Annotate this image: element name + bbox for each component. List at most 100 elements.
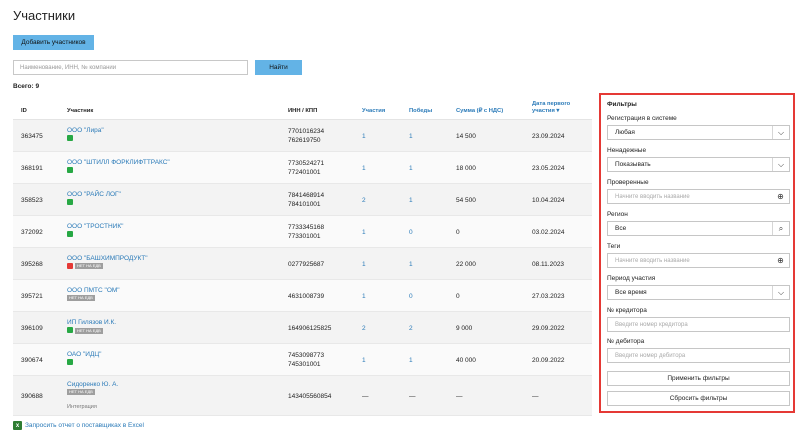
cell-participant: ООО "РАЙС ЛОГ" [67,190,121,208]
cell-participant: ООО "БАШХИМПРОДУКТ" НЕТ НА ЕДВ [67,254,148,271]
cell-id: 358523 [21,197,43,204]
participant-source: Интеграция [67,404,97,410]
verified-icon [67,167,73,173]
participant-link[interactable]: ИП Гилязов И.К. [67,318,116,327]
cell-participations[interactable]: 1 [362,132,366,141]
cell-wins[interactable]: 2 [409,324,413,333]
cell-wins[interactable]: 1 [409,196,413,205]
cell-kpp: 745301001 [288,361,321,368]
cell-participant: ООО "Лира" [67,126,104,144]
participant-badges: НЕТ НА ЕДВ [67,263,148,271]
participant-link[interactable]: ООО "ШТИЛЛ ФОРКЛИФТТРАКС" [67,158,170,167]
cell-id: 368191 [21,165,43,172]
unreliable-value: Показывать [615,161,651,168]
cell-id: 372092 [21,229,43,236]
creditor-input[interactable]: Введите номер кредитора [607,317,790,332]
search-button[interactable]: Найти [255,60,302,75]
region-label: Регион [607,211,628,218]
cell-participant: ООО "ШТИЛЛ ФОРКЛИФТТРАКС" [67,158,170,176]
chevron-down-icon: ⌵ [772,126,789,139]
header-inn-kpp: ИНН / КПП [288,108,318,114]
tags-input[interactable]: Начните вводить название ⊕ [607,253,790,268]
reset-filters-button[interactable]: Сбросить фильтры [607,391,790,406]
cell-participations[interactable]: 2 [362,196,366,205]
cell-wins[interactable]: 1 [409,260,413,269]
apply-filters-button[interactable]: Применить фильтры [607,371,790,386]
participant-link[interactable]: ООО "ТРОСТНИК" [67,222,123,231]
add-participants-button[interactable]: Добавить участников [13,35,94,50]
cell-inn: 0277925687 [288,261,325,268]
cell-id: 395721 [21,293,43,300]
cell-date: 20.09.2022 [532,357,565,364]
participant-badges [67,231,123,240]
excel-report-link[interactable]: x Запросить отчет о поставщиках в Excel [13,421,144,430]
participant-link[interactable]: ООО "РАЙС ЛОГ" [67,190,121,199]
cell-date: 08.11.2023 [532,261,565,268]
cell-date: 10.04.2024 [532,197,565,204]
plus-circle-icon[interactable]: ⊕ [772,190,789,203]
table-row: 368191 7730524271 1 1 18 000 23.05.2024 772401… [13,152,592,184]
cell-kpp: 762619750 [288,137,321,144]
cell-participations[interactable]: 1 [362,228,366,237]
cell-inn: 164906125825 [288,325,332,332]
header-sum[interactable]: Сумма (₽ с НДС) [456,108,503,114]
table-body: 363475 7701016234 1 1 14 500 23.09.2024 762619… [13,120,592,416]
cell-wins[interactable]: 0 [409,292,413,301]
search-input[interactable]: Наименование, ИНН, № компании [13,60,248,75]
cell-id: 395268 [21,261,43,268]
unreliable-select[interactable]: Показывать ⌵ [607,157,790,172]
registration-value: Любая [615,129,635,136]
region-input[interactable]: Все ⌕ [607,221,790,236]
table-row: 358523 7841468914 2 1 54 500 10.04.2024 784101… [13,184,592,216]
cell-inn: 7453098773 [288,352,325,359]
header-wins[interactable]: Победы [409,108,432,114]
debtor-input[interactable]: Введите номер дебитора [607,348,790,363]
header-participations[interactable]: Участия [362,108,385,114]
verified-input[interactable]: Начните вводить название ⊕ [607,189,790,204]
cell-participant: ООО ПМТС "ОМ" НЕТ НА ЕДВ [67,286,120,303]
cell-sum: 14 500 [456,133,476,140]
cell-wins[interactable]: 0 [409,228,413,237]
cell-date: 27.03.2023 [532,293,565,300]
participants-table: ID Участник ИНН / КПП Участия Победы Сум… [13,96,592,416]
verified-placeholder: Начните вводить название [615,193,690,200]
participant-link[interactable]: ООО ПМТС "ОМ" [67,286,120,295]
period-select[interactable]: Все время ⌵ [607,285,790,300]
registration-select[interactable]: Любая ⌵ [607,125,790,140]
header-first-date[interactable]: Дата первого участия ▾ [532,101,584,115]
cell-participations[interactable]: 1 [362,164,366,173]
participant-link[interactable]: Сидоренко Ю. А. [67,380,118,389]
cell-sum: 0 [456,229,460,236]
cell-id: 390688 [21,393,43,400]
filters-title: Фильтры [607,101,637,108]
participant-link[interactable]: ООО "Лира" [67,126,104,135]
cell-participations[interactable]: 1 [362,356,366,365]
cell-participations[interactable]: 1 [362,292,366,301]
cell-wins[interactable]: 1 [409,356,413,365]
status-badge: НЕТ НА ЕДВ [75,328,103,335]
participant-badges [67,359,101,368]
search-icon[interactable]: ⌕ [772,222,789,235]
cell-wins: — [409,393,416,400]
cell-sum: 0 [456,293,460,300]
cell-sum: 22 000 [456,261,476,268]
participant-link[interactable]: ООО "БАШХИМПРОДУКТ" [67,254,148,263]
status-badge: НЕТ НА ЕДВ [75,263,103,270]
cell-wins[interactable]: 1 [409,132,413,141]
cell-wins[interactable]: 1 [409,164,413,173]
cell-participations[interactable]: 2 [362,324,366,333]
plus-circle-icon[interactable]: ⊕ [772,254,789,267]
cell-date: 23.05.2024 [532,165,565,172]
status-badge: НЕТ НА ЕДВ [67,389,95,396]
participant-link[interactable]: ОАО "ИДЦ" [67,350,101,359]
verified-icon [67,327,73,333]
header-id: ID [21,108,27,114]
cell-sum: — [456,393,463,400]
cell-kpp: 784101001 [288,201,321,208]
cell-inn: 143405560854 [288,393,332,400]
cell-inn: 7730524271 [288,160,325,167]
cell-participations[interactable]: 1 [362,260,366,269]
cell-sum: 54 500 [456,197,476,204]
verified-label: Проверенные [607,179,649,186]
excel-icon: x [13,421,22,430]
